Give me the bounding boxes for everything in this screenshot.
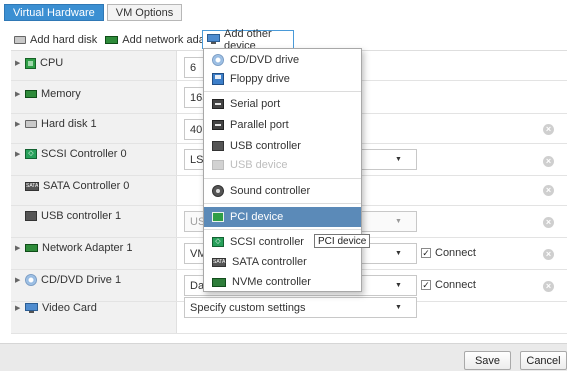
parallel-port-icon bbox=[212, 120, 224, 130]
add-hard-disk-button[interactable]: Add hard disk bbox=[14, 34, 97, 46]
pci-icon bbox=[212, 212, 224, 222]
remove-icon[interactable]: × bbox=[543, 185, 554, 196]
expand-arrow-icon[interactable]: ▶ bbox=[15, 150, 23, 158]
chevron-down-icon: ▼ bbox=[395, 156, 402, 163]
network-connect-checkbox[interactable]: ✓ Connect bbox=[421, 247, 476, 259]
menu-item-floppy-drive[interactable]: Floppy drive bbox=[204, 70, 361, 88]
menu-divider bbox=[204, 229, 361, 230]
row-label-scsi-controller[interactable]: ▶ ◇ SCSI Controller 0 bbox=[15, 148, 127, 160]
chevron-down-icon: ▼ bbox=[395, 304, 402, 311]
chevron-down-icon: ▼ bbox=[395, 282, 402, 289]
nvme-icon bbox=[212, 277, 226, 287]
cancel-button[interactable]: Cancel bbox=[520, 351, 567, 370]
row-label-sata-controller: SATA SATA Controller 0 bbox=[25, 180, 130, 192]
chevron-down-icon: ▼ bbox=[395, 250, 402, 257]
menu-item-pci-device[interactable]: PCI device bbox=[204, 207, 361, 227]
menu-item-sata-controller[interactable]: SATA SATA controller bbox=[204, 253, 361, 271]
cd-dvd-connect-checkbox[interactable]: ✓ Connect bbox=[421, 279, 476, 291]
sata-icon: SATA bbox=[212, 257, 226, 267]
row-label-cd-dvd-drive[interactable]: ▶ CD/DVD Drive 1 bbox=[15, 274, 121, 286]
row-label-usb-controller: USB controller 1 bbox=[15, 210, 121, 222]
monitor-icon bbox=[207, 34, 220, 45]
add-hard-disk-label: Add hard disk bbox=[30, 34, 98, 46]
menu-item-cd-dvd-drive[interactable]: CD/DVD drive bbox=[204, 51, 361, 69]
menu-divider bbox=[204, 91, 361, 92]
menu-divider bbox=[204, 203, 361, 204]
cpu-icon bbox=[25, 57, 36, 69]
menu-item-parallel-port[interactable]: Parallel port bbox=[204, 116, 361, 134]
sound-icon bbox=[212, 185, 224, 197]
remove-icon[interactable]: × bbox=[543, 217, 554, 228]
remove-icon[interactable]: × bbox=[543, 281, 554, 292]
menu-item-nvme-controller[interactable]: NVMe controller bbox=[204, 273, 361, 291]
cd-dvd-icon bbox=[25, 274, 37, 286]
add-device-menu: CD/DVD drive Floppy drive Serial port Pa… bbox=[203, 48, 362, 292]
network-adapter-icon bbox=[105, 36, 119, 44]
cpu-count-field[interactable]: 6 bbox=[184, 57, 204, 78]
scsi-controller-icon: ◇ bbox=[25, 149, 37, 159]
tab-vm-options[interactable]: VM Options bbox=[106, 4, 183, 21]
hard-disk-icon bbox=[25, 120, 37, 128]
pci-device-tooltip: PCI device bbox=[314, 234, 371, 248]
save-button[interactable]: Save bbox=[464, 351, 511, 370]
floppy-icon bbox=[212, 73, 224, 85]
menu-item-sound-controller[interactable]: Sound controller bbox=[204, 182, 361, 200]
memory-size-field[interactable]: 1638 bbox=[184, 87, 204, 108]
row-label-network-adapter[interactable]: ▶ Network Adapter 1 bbox=[15, 242, 133, 254]
remove-icon[interactable]: × bbox=[543, 249, 554, 260]
remove-icon[interactable]: × bbox=[543, 124, 554, 135]
expand-arrow-icon[interactable]: ▶ bbox=[15, 59, 23, 67]
remove-icon[interactable]: × bbox=[543, 156, 554, 167]
sata-controller-icon: SATA bbox=[25, 181, 39, 191]
serial-port-icon bbox=[212, 99, 224, 109]
table-row-video-card: ▶ Video Card Specify custom settings ▼ bbox=[11, 297, 567, 334]
expand-arrow-icon[interactable]: ▶ bbox=[15, 244, 23, 252]
usb-icon bbox=[212, 160, 224, 170]
menu-divider bbox=[204, 178, 361, 179]
monitor-icon bbox=[25, 302, 38, 314]
usb-icon bbox=[25, 211, 37, 221]
memory-icon bbox=[25, 90, 37, 98]
hard-disk-size-field[interactable]: 40 bbox=[184, 119, 204, 140]
checkbox-icon[interactable]: ✓ bbox=[421, 248, 431, 258]
hard-disk-icon bbox=[14, 36, 26, 44]
row-label-memory[interactable]: ▶ Memory bbox=[15, 88, 81, 100]
tab-virtual-hardware[interactable]: Virtual Hardware bbox=[4, 4, 104, 21]
scsi-icon: ◇ bbox=[212, 237, 224, 247]
checkbox-icon[interactable]: ✓ bbox=[421, 280, 431, 290]
menu-item-serial-port[interactable]: Serial port bbox=[204, 95, 361, 113]
row-label-cpu[interactable]: ▶ CPU bbox=[15, 57, 63, 69]
row-label-hard-disk[interactable]: ▶ Hard disk 1 bbox=[15, 118, 97, 130]
row-label-video-card[interactable]: ▶ Video Card bbox=[15, 302, 97, 314]
video-card-select[interactable]: Specify custom settings bbox=[184, 297, 417, 318]
menu-item-usb-device: USB device bbox=[204, 156, 361, 174]
expand-arrow-icon[interactable]: ▶ bbox=[15, 90, 23, 98]
expand-arrow-icon[interactable]: ▶ bbox=[15, 120, 23, 128]
cd-dvd-icon bbox=[212, 54, 224, 66]
expand-arrow-icon[interactable]: ▶ bbox=[15, 304, 23, 312]
usb-icon bbox=[212, 141, 224, 151]
toolbar: Add hard disk Add network adapter bbox=[14, 33, 232, 47]
expand-arrow-icon[interactable]: ▶ bbox=[15, 276, 23, 284]
network-adapter-icon bbox=[25, 244, 38, 252]
chevron-down-icon: ▼ bbox=[395, 218, 402, 225]
menu-item-usb-controller[interactable]: USB controller bbox=[204, 137, 361, 155]
add-other-device-button[interactable]: Add other device bbox=[202, 28, 294, 52]
tab-bar: Virtual Hardware VM Options bbox=[4, 4, 183, 21]
